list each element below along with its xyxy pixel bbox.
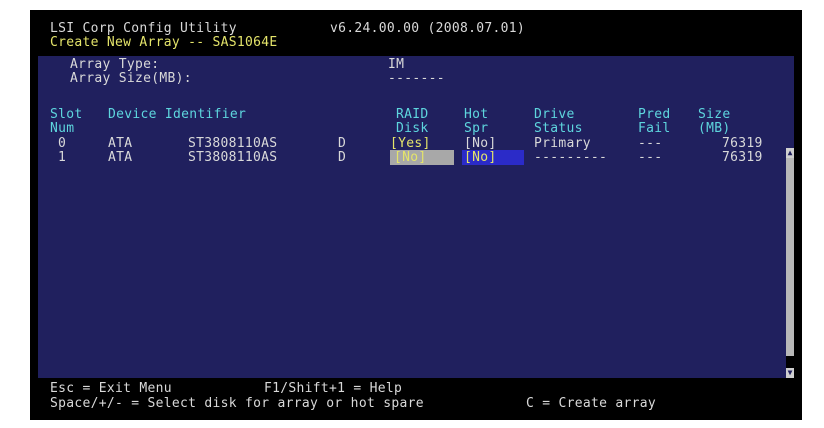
col-raid-line2: Disk <box>396 121 429 136</box>
array-size-value: ------- <box>388 71 445 86</box>
size-mb: 76319 <box>722 150 763 165</box>
help-footer: Esc = Exit Menu F1/Shift+1 = Help Space/… <box>38 378 794 414</box>
device-vendor: ATA <box>108 150 133 165</box>
col-slot-line1: Slot <box>50 107 83 122</box>
drive-status: Primary <box>534 136 591 151</box>
device-revision: D <box>338 150 347 165</box>
col-raid-line1: RAID <box>396 107 429 122</box>
col-hot-line1: Hot <box>464 107 489 122</box>
raid-disk-toggle[interactable]: [Yes] <box>390 137 431 151</box>
device-model: ST3808110AS <box>188 136 278 151</box>
pred-fail: --- <box>638 136 663 151</box>
screen-subtitle: Create New Array -- SAS1064E <box>50 35 278 50</box>
raid-disk-toggle[interactable]: [No] <box>394 151 427 165</box>
app-title: LSI Corp Config Utility <box>50 21 237 36</box>
title-bar: LSI Corp Config Utility v6.24.00.00 (200… <box>38 16 794 56</box>
drive-status: --------- <box>534 150 608 165</box>
array-size-label: Array Size(MB): <box>70 71 192 86</box>
pred-fail: --- <box>638 150 663 165</box>
version-label: v6.24.00.00 (2008.07.01) <box>330 21 526 36</box>
slot-number: 1 <box>58 150 67 165</box>
scroll-up-icon[interactable]: ▲ <box>786 148 794 158</box>
size-mb: 76319 <box>722 136 763 151</box>
col-hot-line2: Spr <box>464 121 489 136</box>
col-size-line1: Size <box>698 107 731 122</box>
hot-spare-toggle[interactable]: [No] <box>464 137 497 151</box>
help-hint: F1/Shift+1 = Help <box>264 381 403 396</box>
array-type-label: Array Type: <box>70 57 160 72</box>
monitor-frame: LSI Corp Config Utility v6.24.00.00 (200… <box>30 10 802 420</box>
col-status-line1: Drive <box>534 107 575 122</box>
col-pred-line1: Pred <box>638 107 671 122</box>
hot-spare-toggle[interactable]: [No] <box>464 151 497 165</box>
device-model: ST3808110AS <box>188 150 278 165</box>
array-type-value: IM <box>388 57 405 72</box>
col-device-identifier: Device Identifier <box>108 107 247 122</box>
esc-hint: Esc = Exit Menu <box>50 381 172 396</box>
bios-screen: LSI Corp Config Utility v6.24.00.00 (200… <box>38 16 794 414</box>
col-pred-line2: Fail <box>638 121 671 136</box>
select-disk-hint: Space/+/- = Select disk for array or hot… <box>50 396 424 411</box>
col-status-line2: Status <box>534 121 583 136</box>
col-size-line2: (MB) <box>698 121 731 136</box>
device-vendor: ATA <box>108 136 133 151</box>
col-slot-line2: Num <box>50 121 75 136</box>
create-array-hint: C = Create array <box>526 396 657 411</box>
slot-number: 0 <box>58 136 67 151</box>
device-revision: D <box>338 136 347 151</box>
scrollbar-track[interactable] <box>786 148 794 378</box>
scroll-down-icon[interactable]: ▼ <box>786 368 794 378</box>
